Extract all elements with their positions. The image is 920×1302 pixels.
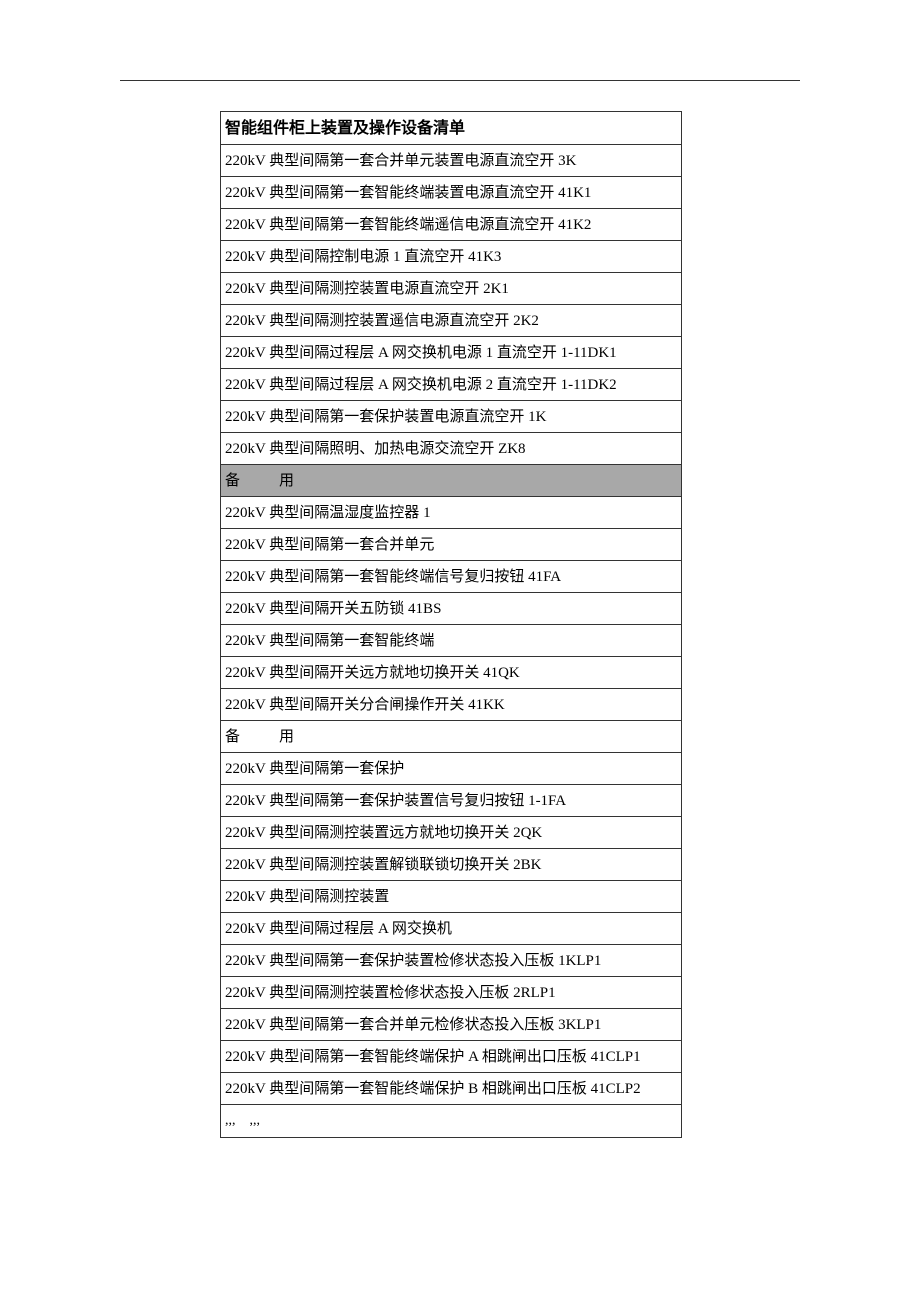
table-row: 220kV 典型间隔第一套智能终端	[221, 625, 681, 657]
table-row: 220kV 典型间隔第一套保护装置检修状态投入压板 1KLP1	[221, 945, 681, 977]
table-row: 备 用	[221, 465, 681, 497]
table-header: 智能组件柜上装置及操作设备清单	[221, 112, 681, 145]
table-row: 220kV 典型间隔测控装置解锁联锁切换开关 2BK	[221, 849, 681, 881]
table-row: 220kV 典型间隔第一套合并单元装置电源直流空开 3K	[221, 145, 681, 177]
table-row: 220kV 典型间隔测控装置检修状态投入压板 2RLP1	[221, 977, 681, 1009]
table-row: 220kV 典型间隔过程层 A 网交换机	[221, 913, 681, 945]
table-row: 220kV 典型间隔第一套智能终端保护 A 相跳闸出口压板 41CLP1	[221, 1041, 681, 1073]
table-trailing-row: ,,, ,,,	[221, 1105, 681, 1138]
table-row: 220kV 典型间隔控制电源 1 直流空开 41K3	[221, 241, 681, 273]
table-row: 220kV 典型间隔第一套智能终端遥信电源直流空开 41K2	[221, 209, 681, 241]
table-row: 220kV 典型间隔开关分合闸操作开关 41KK	[221, 689, 681, 721]
table-row: 备 用	[221, 721, 681, 753]
table-row: 220kV 典型间隔第一套智能终端保护 B 相跳闸出口压板 41CLP2	[221, 1073, 681, 1105]
table-row: 220kV 典型间隔温湿度监控器 1	[221, 497, 681, 529]
table-row: 220kV 典型间隔开关五防锁 41BS	[221, 593, 681, 625]
table-row: 220kV 典型间隔第一套智能终端装置电源直流空开 41K1	[221, 177, 681, 209]
table-row: 220kV 典型间隔测控装置	[221, 881, 681, 913]
table-row: 220kV 典型间隔第一套保护装置信号复归按钮 1-1FA	[221, 785, 681, 817]
table-row: 220kV 典型间隔照明、加热电源交流空开 ZK8	[221, 433, 681, 465]
table-row: 220kV 典型间隔第一套合并单元检修状态投入压板 3KLP1	[221, 1009, 681, 1041]
table-row: 220kV 典型间隔过程层 A 网交换机电源 1 直流空开 1-11DK1	[221, 337, 681, 369]
top-rule	[120, 80, 800, 81]
table-row: 220kV 典型间隔第一套保护装置电源直流空开 1K	[221, 401, 681, 433]
equipment-table: 智能组件柜上装置及操作设备清单 220kV 典型间隔第一套合并单元装置电源直流空…	[220, 111, 682, 1138]
table-row: 220kV 典型间隔测控装置遥信电源直流空开 2K2	[221, 305, 681, 337]
table-row: 220kV 典型间隔测控装置远方就地切换开关 2QK	[221, 817, 681, 849]
page-container: 智能组件柜上装置及操作设备清单 220kV 典型间隔第一套合并单元装置电源直流空…	[0, 0, 920, 1138]
table-row: 220kV 典型间隔测控装置电源直流空开 2K1	[221, 273, 681, 305]
table-row: 220kV 典型间隔第一套智能终端信号复归按钮 41FA	[221, 561, 681, 593]
table-row: 220kV 典型间隔第一套保护	[221, 753, 681, 785]
table-row: 220kV 典型间隔过程层 A 网交换机电源 2 直流空开 1-11DK2	[221, 369, 681, 401]
table-row: 220kV 典型间隔第一套合并单元	[221, 529, 681, 561]
table-row: 220kV 典型间隔开关远方就地切换开关 41QK	[221, 657, 681, 689]
